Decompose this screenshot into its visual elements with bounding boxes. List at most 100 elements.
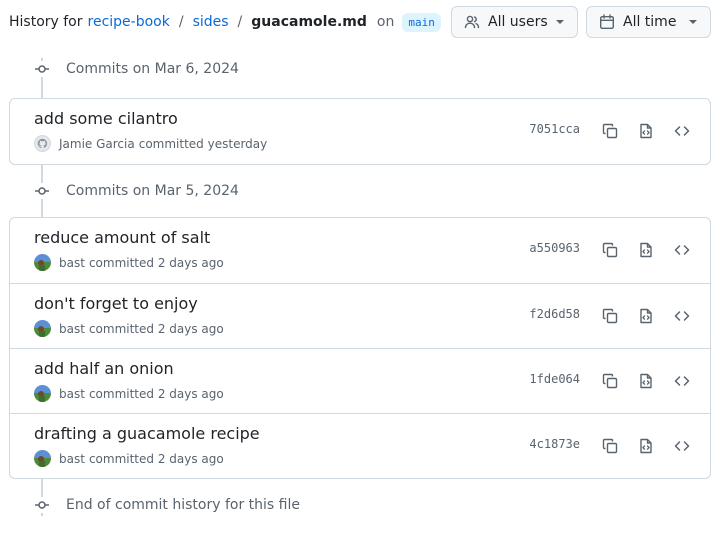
committed-label: committed bbox=[138, 136, 204, 151]
commit-message[interactable]: don't forget to enjoy bbox=[34, 294, 198, 313]
end-of-history: End of commit history for this file bbox=[33, 494, 300, 516]
commit-sha[interactable]: a550963 bbox=[529, 241, 580, 255]
commit-list: reduce amount of salt bast committed 2 d… bbox=[9, 217, 711, 479]
on-label: on bbox=[376, 14, 395, 30]
code-icon bbox=[674, 376, 690, 386]
file-code-icon bbox=[640, 308, 652, 324]
committed-label: committed bbox=[88, 451, 154, 466]
commit-meta: bast committed 2 days ago bbox=[34, 254, 224, 271]
avatar[interactable] bbox=[34, 450, 51, 467]
code-icon bbox=[674, 311, 690, 321]
breadcrumb-separator: / bbox=[178, 14, 184, 30]
all-time-label: All time bbox=[623, 14, 677, 30]
avatar[interactable] bbox=[34, 254, 51, 271]
commit-row: add half an onion bast committed 2 days … bbox=[10, 348, 710, 413]
code-icon bbox=[674, 441, 690, 451]
breadcrumb-separator: / bbox=[237, 14, 243, 30]
view-file-at-commit-button[interactable] bbox=[634, 238, 658, 262]
commit-sha[interactable]: 7051cca bbox=[529, 122, 580, 136]
commit-row: drafting a guacamole recipe bast committ… bbox=[10, 413, 710, 478]
commit-author[interactable]: bast bbox=[59, 452, 85, 466]
commit-message[interactable]: add half an onion bbox=[34, 359, 174, 378]
breadcrumb: History for recipe-book / sides / guacam… bbox=[9, 12, 441, 32]
commit-node-icon bbox=[33, 497, 51, 513]
commit-author[interactable]: bast bbox=[59, 256, 85, 270]
commit-group-date: Commits on Mar 6, 2024 bbox=[66, 61, 239, 77]
caret-down-icon bbox=[555, 19, 565, 25]
commit-group-heading: Commits on Mar 5, 2024 bbox=[33, 180, 239, 202]
committed-label: committed bbox=[88, 255, 154, 270]
commit-time: yesterday bbox=[207, 136, 268, 151]
commit-time: 2 days ago bbox=[157, 255, 224, 270]
commit-author[interactable]: bast bbox=[59, 322, 85, 336]
file-code-icon bbox=[640, 438, 652, 454]
browse-repo-at-commit-button[interactable] bbox=[670, 304, 694, 328]
committed-label: committed bbox=[88, 386, 154, 401]
avatar[interactable] bbox=[34, 135, 51, 152]
browse-repo-at-commit-button[interactable] bbox=[670, 434, 694, 458]
folder-link[interactable]: sides bbox=[193, 14, 229, 30]
commit-actions bbox=[598, 119, 694, 143]
commit-meta: bast committed 2 days ago bbox=[34, 385, 224, 402]
copy-icon bbox=[602, 242, 618, 258]
people-icon bbox=[464, 14, 480, 30]
view-file-at-commit-button[interactable] bbox=[634, 304, 658, 328]
commit-sha[interactable]: 1fde064 bbox=[529, 372, 580, 386]
repo-link[interactable]: recipe-book bbox=[88, 14, 170, 30]
commit-author[interactable]: Jamie Garcia bbox=[59, 137, 135, 151]
commit-actions bbox=[598, 238, 694, 262]
commit-message[interactable]: drafting a guacamole recipe bbox=[34, 424, 260, 443]
commit-author[interactable]: bast bbox=[59, 387, 85, 401]
history-for-label: History for bbox=[9, 14, 83, 30]
commit-meta: bast committed 2 days ago bbox=[34, 450, 224, 467]
code-icon bbox=[674, 126, 690, 136]
browse-repo-at-commit-button[interactable] bbox=[670, 369, 694, 393]
all-users-label: All users bbox=[488, 14, 548, 30]
commit-sha[interactable]: f2d6d58 bbox=[529, 307, 580, 321]
copy-icon bbox=[602, 373, 618, 389]
code-icon bbox=[674, 245, 690, 255]
all-users-filter-button[interactable]: All users bbox=[451, 6, 578, 38]
commit-time: 2 days ago bbox=[157, 386, 224, 401]
browse-repo-at-commit-button[interactable] bbox=[670, 119, 694, 143]
commit-actions bbox=[598, 369, 694, 393]
view-file-at-commit-button[interactable] bbox=[634, 369, 658, 393]
file-code-icon bbox=[640, 242, 652, 258]
commit-row: add some cilantro Jamie Garcia committed… bbox=[10, 99, 710, 164]
copy-sha-button[interactable] bbox=[598, 119, 622, 143]
commit-message[interactable]: reduce amount of salt bbox=[34, 228, 210, 247]
commit-time: 2 days ago bbox=[157, 451, 224, 466]
copy-sha-button[interactable] bbox=[598, 434, 622, 458]
commit-group-date: Commits on Mar 5, 2024 bbox=[66, 183, 239, 199]
all-time-filter-button[interactable]: All time bbox=[586, 6, 711, 38]
commit-sha[interactable]: 4c1873e bbox=[529, 437, 580, 451]
copy-sha-button[interactable] bbox=[598, 238, 622, 262]
copy-sha-button[interactable] bbox=[598, 369, 622, 393]
browse-repo-at-commit-button[interactable] bbox=[670, 238, 694, 262]
commit-actions bbox=[598, 304, 694, 328]
file-name: guacamole.md bbox=[251, 14, 367, 30]
commit-actions bbox=[598, 434, 694, 458]
commit-list: add some cilantro Jamie Garcia committed… bbox=[9, 98, 711, 165]
copy-sha-button[interactable] bbox=[598, 304, 622, 328]
committed-label: committed bbox=[88, 321, 154, 336]
view-file-at-commit-button[interactable] bbox=[634, 434, 658, 458]
commit-message[interactable]: add some cilantro bbox=[34, 109, 178, 128]
file-code-icon bbox=[640, 123, 652, 139]
calendar-icon bbox=[599, 14, 615, 30]
commit-meta: bast committed 2 days ago bbox=[34, 320, 224, 337]
avatar[interactable] bbox=[34, 320, 51, 337]
view-file-at-commit-button[interactable] bbox=[634, 119, 658, 143]
commit-node-icon bbox=[33, 61, 51, 77]
commit-meta: Jamie Garcia committed yesterday bbox=[34, 135, 267, 152]
copy-icon bbox=[602, 308, 618, 324]
copy-icon bbox=[602, 123, 618, 139]
commit-time: 2 days ago bbox=[157, 321, 224, 336]
caret-down-icon bbox=[688, 19, 698, 25]
branch-badge[interactable]: main bbox=[402, 12, 441, 32]
file-code-icon bbox=[640, 373, 652, 389]
commit-node-icon bbox=[33, 183, 51, 199]
commit-group-heading: Commits on Mar 6, 2024 bbox=[33, 58, 239, 80]
copy-icon bbox=[602, 438, 618, 454]
avatar[interactable] bbox=[34, 385, 51, 402]
